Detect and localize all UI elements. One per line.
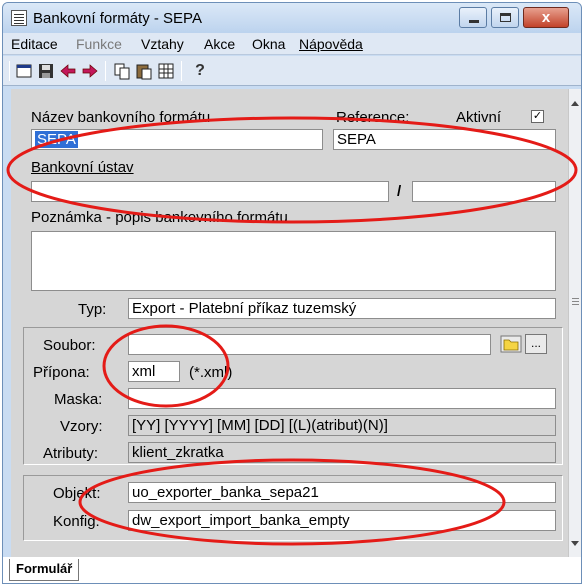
atributy-label: Atributy: [43,445,99,462]
tab-formular[interactable]: Formulář [9,559,80,581]
tab-strip: Formulář [3,557,581,583]
close-icon: x [541,9,551,26]
reference-label: Reference: [336,109,410,126]
menu-okna[interactable]: Okna [252,36,285,52]
scroll-down-icon[interactable] [571,541,579,546]
soubor-field[interactable] [128,334,491,355]
ustav-slash: / [397,183,402,200]
typ-field[interactable]: Export - Platební příkaz tuzemský [128,298,556,319]
poznamka-label: Poznámka - popis bankovního formátu [31,209,288,226]
aktivni-checkbox[interactable]: ✓ [531,110,544,123]
scroll-grip-icon [572,298,579,299]
scroll-up-icon[interactable] [571,101,579,106]
form-panel: Název bankovního formátu Reference: Akti… [11,89,568,557]
menu-akce[interactable]: Akce [204,36,235,52]
minimize-icon [469,20,479,23]
toolbar-separator [181,61,182,81]
help-icon[interactable]: ? [191,62,209,80]
objekt-label: Objekt: [53,485,101,502]
maska-field[interactable] [128,388,556,409]
ustav-code-field[interactable] [412,181,556,202]
objekt-field[interactable]: uo_exporter_banka_sepa21 [128,482,556,503]
toolbar: ? [3,56,581,86]
menu-editace[interactable]: Editace [11,36,58,52]
menu-bar: Editace Funkce Vztahy Akce Okna Nápověda [3,33,581,55]
arrow-left-icon[interactable] [59,62,77,80]
atributy-field: klient_zkratka [128,442,556,463]
ustav-field[interactable] [31,181,389,202]
typ-label: Typ: [78,301,107,318]
nazev-label: Název bankovního formátu [31,109,211,126]
copy-icon[interactable] [113,62,131,80]
toolbar-separator [105,61,106,81]
arrow-right-icon[interactable] [81,62,99,80]
folder-icon[interactable] [500,335,522,353]
browse-button[interactable]: ... [525,334,547,354]
vzory-field: [YY] [YYYY] [MM] [DD] [(L)(atribut)(N)] [128,415,556,436]
nazev-field[interactable]: SEPA [31,129,323,150]
poznamka-textarea[interactable] [31,231,556,291]
minimize-button[interactable] [459,7,487,28]
pripona-label: Přípona: [33,364,90,381]
close-button[interactable]: x [523,7,569,28]
new-window-icon[interactable] [15,62,33,80]
table-icon[interactable] [157,62,175,80]
app-icon [11,10,27,26]
pripona-hint: (*.xml) [189,364,233,381]
title-bar[interactable]: Bankovní formáty - SEPA x [3,3,581,33]
reference-field[interactable]: SEPA [333,129,556,150]
menu-funkce[interactable]: Funkce [76,36,122,52]
paste-icon[interactable] [135,62,153,80]
window-title: Bankovní formáty - SEPA [33,10,202,27]
maximize-icon [500,13,511,22]
vzory-label: Vzory: [60,418,103,435]
maska-label: Maska: [54,391,103,408]
aktivni-label: Aktivní [456,109,502,126]
soubor-label: Soubor: [43,337,96,354]
menu-napoveda[interactable]: Nápověda [299,36,363,52]
pripona-field[interactable]: xml [128,361,180,382]
vertical-scrollbar[interactable] [568,89,581,557]
save-icon[interactable] [37,62,55,80]
konfig-field[interactable]: dw_export_import_banka_empty [128,510,556,531]
konfig-label: Konfig: [53,513,100,530]
toolbar-separator [9,61,10,81]
maximize-button[interactable] [491,7,519,28]
menu-vztahy[interactable]: Vztahy [141,36,184,52]
ustav-label: Bankovní ústav [31,159,134,176]
app-window: Bankovní formáty - SEPA x Editace Funkce… [2,2,582,584]
